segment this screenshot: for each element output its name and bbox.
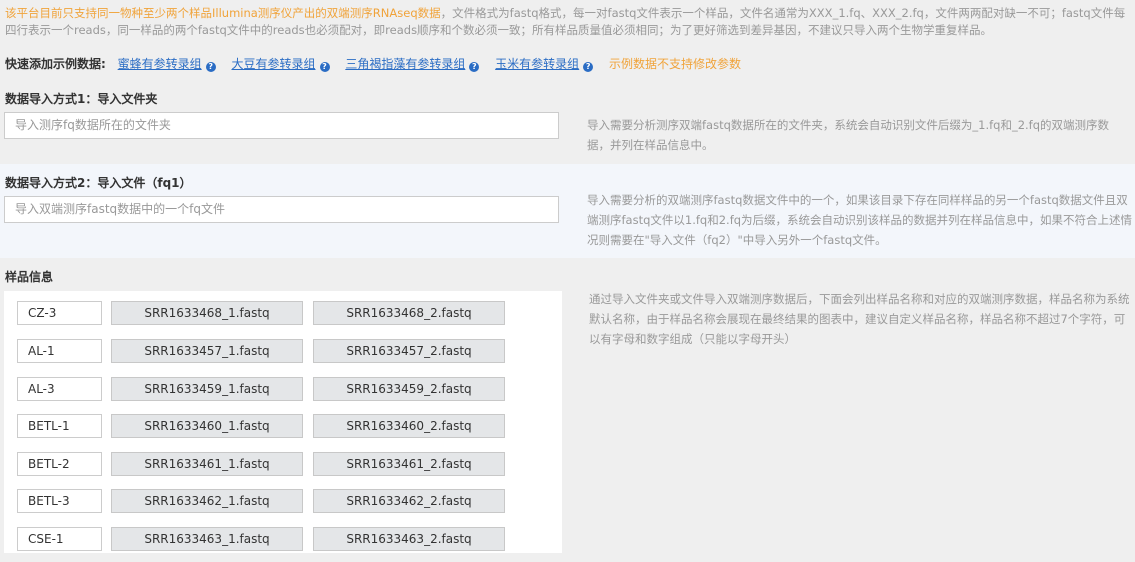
file-import-input[interactable]: 导入双端测序fastq数据中的一个fq文件 — [4, 196, 559, 223]
example-link-diatom[interactable]: 三角褐指藻有参转录组 — [345, 57, 465, 71]
method1-help: 导入需要分析测序双端fastq数据所在的文件夹，系统会自动识别文件后缀为_1.f… — [587, 118, 1110, 152]
help-icon[interactable]: ? — [319, 62, 330, 72]
fq2-file: SRR1633461_2.fastq — [313, 452, 505, 476]
fq2-file: SRR1633459_2.fastq — [313, 377, 505, 401]
method2-help: 导入需要分析的双端测序fastq数据文件中的一个，如果该目录下存在同样样品的另一… — [587, 193, 1133, 247]
sample-name-input[interactable]: CSE-1 — [17, 527, 102, 551]
help-icon[interactable]: ? — [205, 62, 216, 72]
sample-name-input[interactable]: BETL-1 — [17, 414, 102, 438]
samples-title: 样品信息 — [5, 270, 54, 284]
sample-name-input[interactable]: BETL-3 — [17, 489, 102, 513]
sample-name-input[interactable]: CZ-3 — [17, 301, 102, 325]
method1-title: 数据导入方式1：导入文件夹 — [5, 92, 158, 106]
fq1-file: SRR1633459_1.fastq — [111, 377, 303, 401]
fq2-file: SRR1633457_2.fastq — [313, 339, 505, 363]
example-link-soybean[interactable]: 大豆有参转录组 — [231, 57, 315, 71]
fq2-file: SRR1633468_2.fastq — [313, 301, 505, 325]
fq2-file: SRR1633462_2.fastq — [313, 489, 505, 513]
fq1-file: SRR1633457_1.fastq — [111, 339, 303, 363]
example-link-bee[interactable]: 蜜蜂有参转录组 — [118, 57, 202, 71]
help-icon[interactable]: ? — [469, 62, 480, 72]
fq2-file: SRR1633460_2.fastq — [313, 414, 505, 438]
fq1-file: SRR1633468_1.fastq — [111, 301, 303, 325]
fq1-file: SRR1633463_1.fastq — [111, 527, 303, 551]
fq2-file: SRR1633463_2.fastq — [313, 527, 505, 551]
fq1-file: SRR1633462_1.fastq — [111, 489, 303, 513]
samples-help: 通过导入文件夹或文件导入双端测序数据后，下面会列出样品名称和对应的双端测序数据，… — [589, 292, 1130, 346]
fq1-file: SRR1633460_1.fastq — [111, 414, 303, 438]
sample-list: CZ-3 SRR1633468_1.fastq SRR1633468_2.fas… — [4, 291, 562, 553]
sample-name-input[interactable]: AL-3 — [17, 377, 102, 401]
help-icon[interactable]: ? — [583, 62, 594, 72]
quick-add-label: 快速添加示例数据: — [5, 57, 106, 71]
notice-highlight: 该平台目前只支持同一物种至少两个样品Illumina测序仪产出的双端测序RNAs… — [5, 6, 441, 20]
example-link-maize[interactable]: 玉米有参转录组 — [495, 57, 579, 71]
platform-notice: 该平台目前只支持同一物种至少两个样品Illumina测序仪产出的双端测序RNAs… — [0, 0, 1135, 39]
folder-import-input[interactable]: 导入测序fq数据所在的文件夹 — [4, 112, 559, 139]
quick-add-example-bar: 快速添加示例数据: 蜜蜂有参转录组? 大豆有参转录组? 三角褐指藻有参转录组? … — [5, 56, 741, 72]
sample-name-input[interactable]: AL-1 — [17, 339, 102, 363]
method2-title: 数据导入方式2：导入文件（fq1） — [5, 176, 192, 190]
sample-name-input[interactable]: BETL-2 — [17, 452, 102, 476]
example-warning: 示例数据不支持修改参数 — [609, 57, 742, 71]
fq1-file: SRR1633461_1.fastq — [111, 452, 303, 476]
